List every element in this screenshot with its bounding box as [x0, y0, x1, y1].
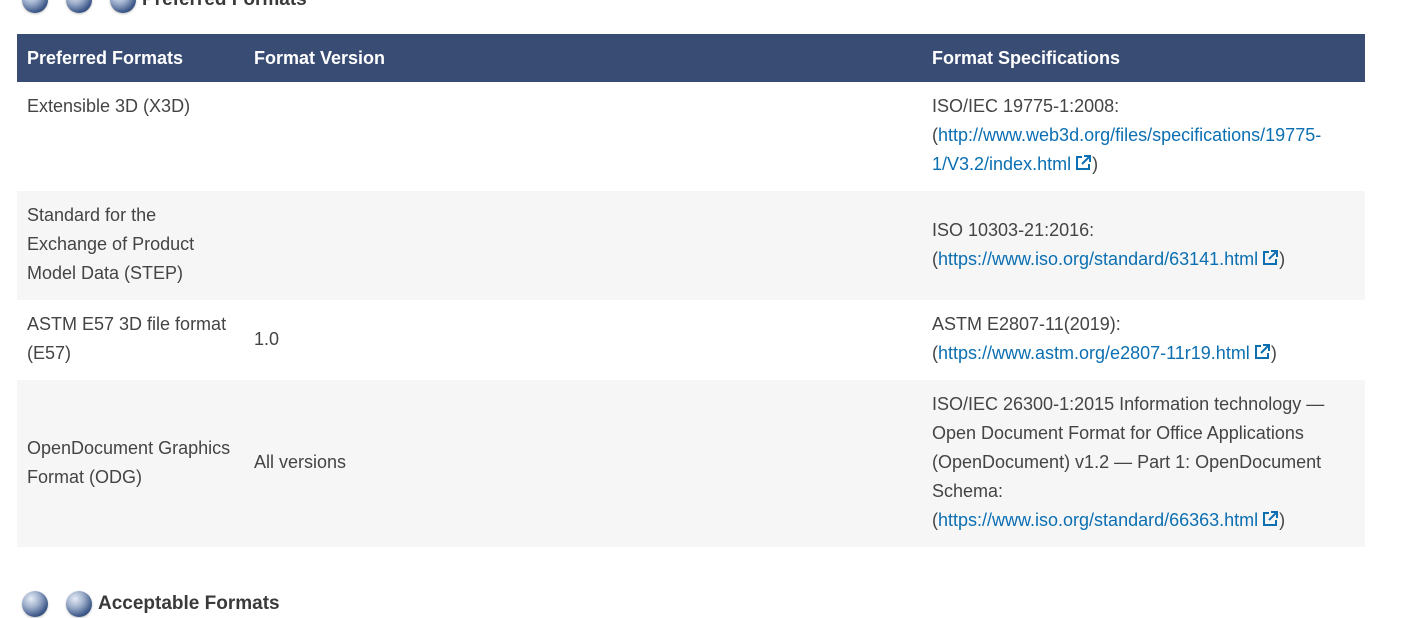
- spec-suffix: ): [1279, 510, 1286, 530]
- table-row: Extensible 3D (X3D) ISO/IEC 19775-1:2008…: [17, 82, 1365, 191]
- sphere-bullet-icon: [22, 0, 48, 13]
- table-row: Standard for the Exchange of Product Mod…: [17, 191, 1365, 300]
- version-cell: 1.0: [254, 328, 280, 349]
- header-version: Format Version: [254, 47, 386, 68]
- spec-link[interactable]: http://www.web3d.org/files/specification…: [932, 125, 1321, 174]
- spec-text: ISO/IEC 19775-1:2008:: [932, 96, 1120, 116]
- section-title: Preferred Formats: [142, 0, 307, 11]
- spec-suffix: ): [1270, 343, 1277, 363]
- spec-text: ISO/IEC 26300-1:2015 Information technol…: [932, 394, 1325, 501]
- external-link-icon[interactable]: [1261, 510, 1279, 528]
- acceptable-formats-heading: Acceptable Formats: [22, 590, 280, 618]
- spec-suffix: ): [1279, 248, 1286, 269]
- spec-text: ASTM E2807-11(2019):: [932, 314, 1121, 334]
- table-header-row: Preferred Formats Format Version Format …: [17, 34, 1365, 82]
- sphere-bullet-icon: [22, 591, 48, 617]
- spec-link[interactable]: https://www.astm.org/e2807-11r19.html: [938, 343, 1250, 363]
- spec-cell: ISO 10303-21:2016: (https://www.iso.org/…: [922, 191, 1365, 300]
- spec-text: ISO 10303-21:2016:: [932, 219, 1095, 240]
- format-cell: ASTM E57 3D file format (E57): [27, 314, 227, 363]
- spec-cell: ISO/IEC 19775-1:2008: (http://www.web3d.…: [922, 82, 1365, 191]
- spec-link[interactable]: https://www.iso.org/standard/66363.html: [938, 510, 1258, 530]
- version-cell: All versions: [254, 452, 347, 472]
- external-link-icon[interactable]: [1261, 249, 1279, 267]
- spec-cell: ASTM E2807-11(2019): (https://www.astm.o…: [922, 300, 1365, 380]
- spec-link[interactable]: https://www.iso.org/standard/63141.html: [938, 249, 1258, 269]
- section-title: Acceptable Formats: [98, 593, 280, 614]
- format-cell: Extensible 3D (X3D): [27, 96, 191, 116]
- table-row: OpenDocument Graphics Format (ODG) All v…: [17, 380, 1365, 547]
- sphere-bullet-icon: [66, 591, 92, 617]
- version-cell: [244, 82, 922, 191]
- preferred-formats-table: Preferred Formats Format Version Format …: [17, 34, 1365, 547]
- sphere-bullet-icon: [110, 0, 136, 13]
- spec-suffix: ): [1092, 154, 1099, 174]
- table-row: ASTM E57 3D file format (E57) 1.0 ASTM E…: [17, 300, 1365, 380]
- header-spec: Format Specifications: [932, 47, 1121, 68]
- spec-cell: ISO/IEC 26300-1:2015 Information technol…: [922, 380, 1365, 547]
- format-cell: Standard for the Exchange of Product Mod…: [27, 205, 195, 283]
- external-link-icon[interactable]: [1074, 154, 1092, 172]
- version-cell: [244, 191, 922, 300]
- sphere-bullet-icon: [66, 0, 92, 13]
- header-format: Preferred Formats: [27, 47, 184, 68]
- format-cell: OpenDocument Graphics Format (ODG): [27, 437, 231, 487]
- external-link-icon[interactable]: [1253, 343, 1271, 361]
- preferred-formats-heading: Preferred Formats: [22, 0, 307, 14]
